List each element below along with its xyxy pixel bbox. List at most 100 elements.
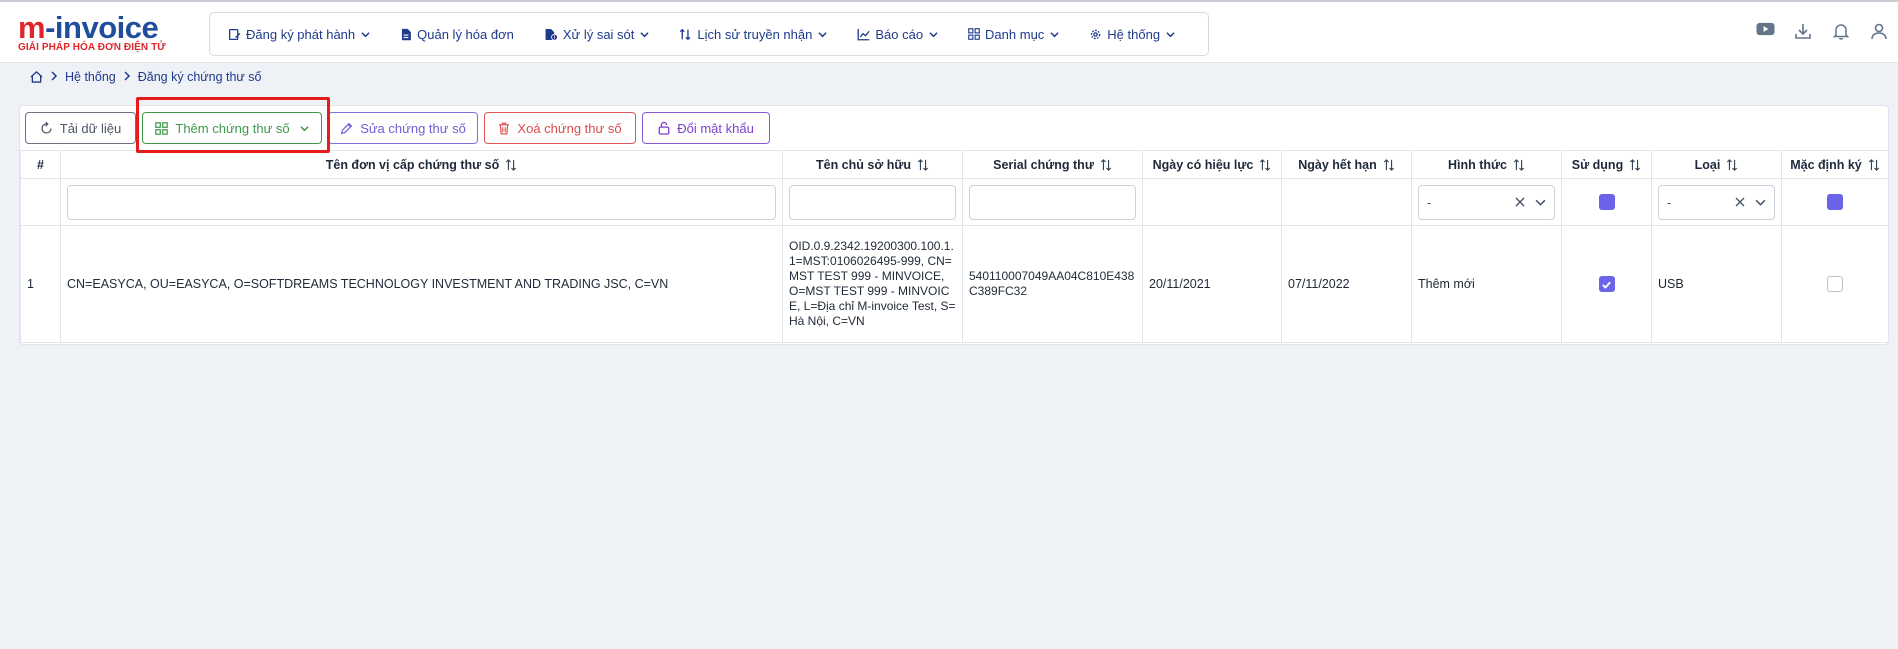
unlock-icon [658,121,670,135]
col-valid-from[interactable]: Ngày có hiệu lực [1142,150,1282,179]
gear-icon [1091,29,1101,39]
in-use-checkbox[interactable] [1598,276,1615,292]
cell-valid-from: 20/11/2021 [1142,225,1282,343]
clear-icon[interactable] [1515,197,1525,207]
certificate-table: # Tên đơn vị cấp chứng thư số Tên chủ sở… [20,150,1889,343]
reload-button[interactable]: Tải dữ liệu [25,112,136,144]
pencil-icon [340,122,353,134]
form-filter-select[interactable]: - [1418,184,1555,220]
in-use-filter-checkbox[interactable] [1598,194,1615,210]
filter-cell-issuer [60,178,783,226]
chevron-down-icon [929,31,938,37]
nav-lich-su-truyen-nhan[interactable]: Lịch sử truyền nhận [679,27,827,42]
table-row[interactable]: 1 CN=EASYCA, OU=EASYCA, O=SOFTDREAMS TEC… [20,225,1889,343]
col-issuer[interactable]: Tên đơn vị cấp chứng thư số [60,150,783,179]
header-actions [1746,22,1898,40]
owner-text: OID.0.9.2342.19200300.100.1.1=MST:010602… [789,239,956,328]
filter-row: - - [20,178,1889,226]
col-valid-to[interactable]: Ngày hết hạn [1281,150,1412,179]
col-index: # [20,150,61,179]
change-password-button[interactable]: Đổi mật khẩu [642,112,770,144]
reload-label: Tải dữ liệu [59,120,122,136]
cell-index: 1 [20,225,61,343]
default-sign-filter-checkbox[interactable] [1827,194,1843,210]
filter-cell-index [20,178,61,226]
chevron-down-icon [1166,31,1175,37]
sort-arrows-icon [680,28,691,40]
filter-cell-valid-from [1142,178,1282,226]
cell-in-use [1561,225,1652,343]
youtube-icon[interactable] [1746,22,1784,40]
edit-certificate-button[interactable]: Sửa chứng thư số [328,112,478,144]
nav-xu-ly-sai-sot[interactable]: Xử lý sai sót [544,27,650,42]
bell-icon[interactable] [1822,22,1860,40]
col-form[interactable]: Hình thức [1411,150,1562,179]
filter-cell-valid-to [1281,178,1412,226]
change-password-label: Đổi mật khẩu [677,120,754,136]
download-icon[interactable] [1784,22,1822,40]
table-header-row: # Tên đơn vị cấp chứng thư số Tên chủ sở… [20,150,1889,179]
grid-icon [968,28,980,40]
owner-filter-input[interactable] [789,184,956,220]
filter-cell-default-sign [1781,178,1889,226]
home-icon[interactable] [30,71,43,83]
user-icon[interactable] [1860,22,1898,40]
clear-icon[interactable] [1735,197,1745,207]
edit-label: Sửa chứng thư số [360,120,466,136]
col-serial[interactable]: Serial chứng thư [962,150,1143,179]
form-filter-value: - [1427,194,1432,210]
col-default-sign[interactable]: Mặc định ký [1781,150,1889,179]
nav-label: Quản lý hóa đơn [417,26,514,42]
chart-line-icon [857,28,871,40]
logo[interactable]: m-invoice GIẢI PHÁP HÓA ĐƠN ĐIỆN TỬ [18,12,188,56]
delete-certificate-button[interactable]: Xoá chứng thư số [484,112,636,144]
nav-label: Xử lý sai sót [562,26,635,42]
col-type[interactable]: Loại [1651,150,1782,179]
chevron-down-icon [361,31,370,37]
file-error-icon [545,28,558,41]
edit-doc-icon [228,28,241,40]
col-in-use[interactable]: Sử dụng [1561,150,1652,179]
cell-form: Thêm mới [1411,225,1562,343]
nav-label: Hệ thống [1107,26,1161,42]
type-filter-select[interactable]: - [1658,184,1775,220]
logo-tagline: GIẢI PHÁP HÓA ĐƠN ĐIỆN TỬ [18,42,166,53]
check-icon [1602,281,1611,289]
issuer-filter-input[interactable] [67,184,776,220]
type-filter-value: - [1667,194,1672,210]
default-sign-checkbox[interactable] [1827,276,1843,292]
chevron-down-icon [1050,31,1059,37]
cell-valid-to: 07/11/2022 [1281,225,1412,343]
cell-serial: 540110007049AA04C810E438C389FC32 [962,225,1143,343]
filter-cell-type: - [1651,178,1782,226]
nav-label: Lịch sử truyền nhận [697,26,813,42]
main-nav: Đăng ký phát hành Quản lý hóa đơn Xử lý … [209,12,1209,56]
filter-cell-owner [782,178,963,226]
chevron-down-icon [818,31,827,37]
breadcrumb-item-he-thong[interactable]: Hệ thống [65,70,116,84]
delete-label: Xoá chứng thư số [517,120,622,136]
sort-icon [1260,158,1271,171]
file-icon [402,28,412,40]
highlight-box [136,97,330,153]
nav-quan-ly-hoa-don[interactable]: Quản lý hóa đơn [400,27,514,42]
col-owner[interactable]: Tên chủ sở hữu [782,150,963,179]
nav-danh-muc[interactable]: Danh mục [968,27,1059,42]
sort-icon [1383,158,1394,171]
chevron-down-icon [1535,199,1546,206]
nav-bao-cao[interactable]: Báo cáo [857,27,938,42]
nav-label: Báo cáo [875,26,924,42]
cell-issuer: CN=EASYCA, OU=EASYCA, O=SOFTDREAMS TECHN… [60,225,783,343]
trash-icon [499,122,510,134]
sort-icon [917,158,929,171]
chevron-down-icon [640,31,650,37]
cell-default-sign [1781,225,1889,343]
chevron-right-icon [50,70,58,84]
breadcrumb: Hệ thống Đăng ký chứng thư số [30,70,261,84]
refresh-icon [41,121,52,134]
serial-text: 540110007049AA04C810E438C389FC32 [969,269,1135,298]
sort-icon [1868,158,1879,171]
serial-filter-input[interactable] [969,184,1136,220]
nav-dang-ky-phat-hanh[interactable]: Đăng ký phát hành [228,27,370,42]
nav-he-thong[interactable]: Hệ thống [1089,27,1175,42]
